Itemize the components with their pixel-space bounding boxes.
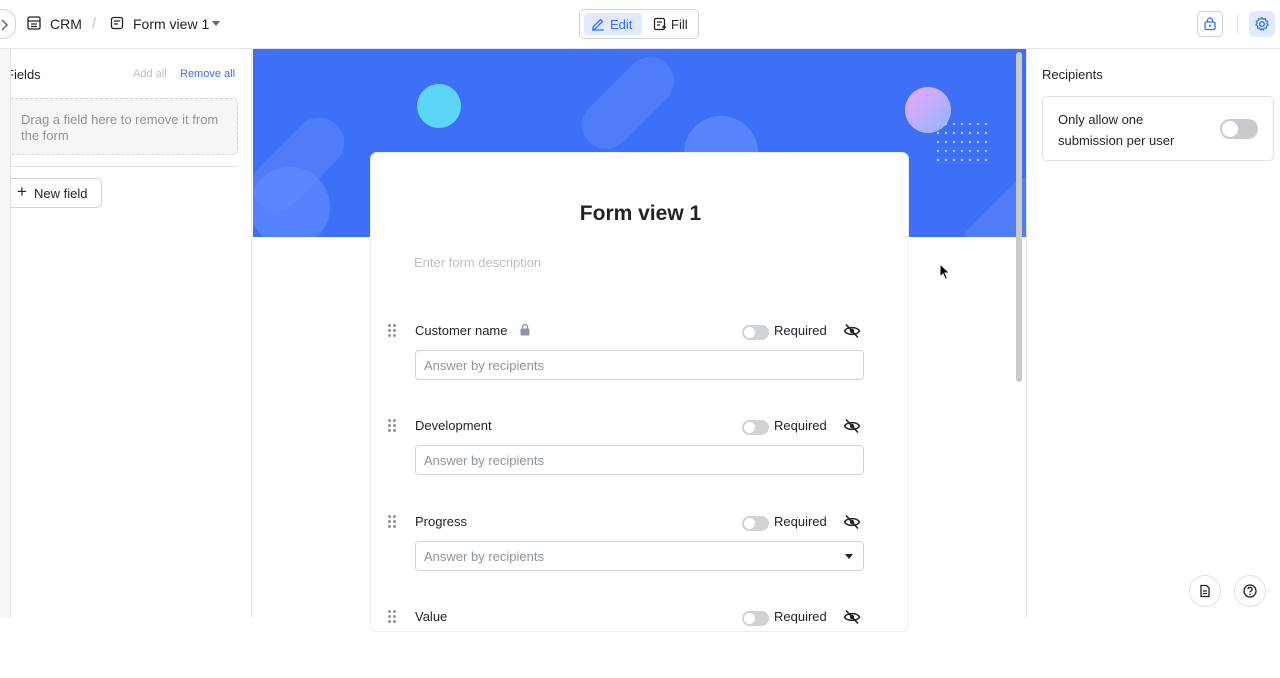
divider (6, 166, 238, 167)
eye-hidden-icon[interactable] (843, 418, 861, 434)
toolbar-divider (1237, 14, 1238, 34)
answer-input[interactable]: Answer by recipients (415, 445, 864, 475)
breadcrumb-separator: / (92, 15, 97, 32)
gear-icon (1255, 16, 1269, 31)
form-field-customer-name: Customer name Required Answer by recipie… (371, 312, 910, 392)
plus-icon: + (17, 182, 27, 201)
pencil-icon (592, 18, 604, 31)
help-button[interactable] (1234, 575, 1266, 607)
answer-placeholder: Answer by recipients (424, 549, 544, 564)
form-title[interactable]: Form view 1 (371, 202, 910, 226)
app-name[interactable]: CRM (50, 16, 82, 32)
help-icon (1243, 584, 1257, 598)
chevron-down-icon (845, 554, 853, 559)
eye-hidden-icon[interactable] (843, 514, 861, 530)
mouse-cursor-icon (939, 263, 951, 281)
field-label: Value (415, 609, 448, 624)
fields-panel: Fields Add all Remove all Drag a field h… (0, 49, 252, 618)
mode-switch: Edit Fill (579, 9, 699, 39)
field-dropzone[interactable]: Drag a field here to remove it from the … (6, 98, 238, 155)
settings-button[interactable] (1249, 11, 1275, 37)
settings-panel: Recipients Only allow one submission per… (1026, 49, 1280, 618)
edit-mode-label: Edit (610, 17, 633, 32)
chevron-right-icon (1, 19, 9, 31)
required-label: Required (774, 514, 827, 529)
drag-handle-icon[interactable] (388, 324, 396, 337)
required-toggle[interactable] (742, 325, 769, 340)
view-name[interactable]: Form view 1 (133, 16, 209, 32)
recipients-title: Recipients (1042, 67, 1103, 82)
form-field-value: Value Required (371, 598, 910, 678)
new-field-label: New field (34, 186, 88, 201)
field-label: Development (415, 418, 492, 433)
field-label: Progress (415, 514, 468, 529)
top-bar: CRM / Form view 1 Edit Fill (0, 0, 1280, 49)
answer-placeholder: Answer by recipients (424, 453, 544, 468)
required-toggle[interactable] (742, 516, 769, 531)
add-all-link[interactable]: Add all (133, 68, 167, 80)
document-icon (1200, 584, 1210, 598)
edit-mode-button[interactable]: Edit (584, 13, 642, 35)
required-label: Required (774, 323, 827, 338)
form-field-development: Development Required Answer by recipient… (371, 407, 910, 487)
required-toggle[interactable] (742, 420, 769, 435)
one-submission-label: Only allow one submission per user (1058, 112, 1175, 148)
required-toggle[interactable] (742, 611, 769, 626)
chevron-down-icon[interactable] (212, 21, 220, 26)
answer-select[interactable]: Answer by recipients (415, 541, 864, 571)
form-field-progress: Progress Required Answer by recipients (371, 503, 910, 583)
form-description-input[interactable]: Enter form description (414, 255, 541, 270)
fill-form-icon (653, 17, 666, 31)
eye-hidden-icon[interactable] (843, 609, 861, 625)
collapsed-nav-edge (0, 49, 11, 618)
form-card: Form view 1 Enter form description Custo… (370, 152, 909, 632)
table-icon (27, 16, 41, 30)
lock-icon (520, 323, 530, 336)
required-label: Required (774, 418, 827, 433)
share-settings-button[interactable] (1197, 11, 1223, 37)
answer-input[interactable]: Answer by recipients (415, 350, 864, 380)
one-submission-toggle[interactable] (1220, 119, 1258, 139)
answer-placeholder: Answer by recipients (424, 358, 544, 373)
canvas-scrollbar[interactable] (1016, 52, 1022, 382)
expand-sidebar-button[interactable] (0, 9, 16, 39)
field-label: Customer name (415, 323, 508, 338)
form-icon (110, 16, 124, 30)
drag-handle-icon[interactable] (388, 419, 396, 432)
lock-share-icon (1204, 17, 1216, 31)
recipients-option-card: Only allow one submission per user (1042, 96, 1274, 161)
document-button[interactable] (1189, 575, 1221, 607)
drag-handle-icon[interactable] (388, 610, 396, 623)
fill-mode-button[interactable]: Fill (650, 13, 696, 35)
remove-all-link[interactable]: Remove all (180, 68, 235, 80)
drag-handle-icon[interactable] (388, 515, 396, 528)
new-field-button[interactable]: + New field (6, 178, 102, 208)
fields-title: Fields (6, 67, 41, 82)
required-label: Required (774, 609, 827, 624)
eye-hidden-icon[interactable] (843, 323, 861, 339)
fill-mode-label: Fill (671, 17, 688, 32)
